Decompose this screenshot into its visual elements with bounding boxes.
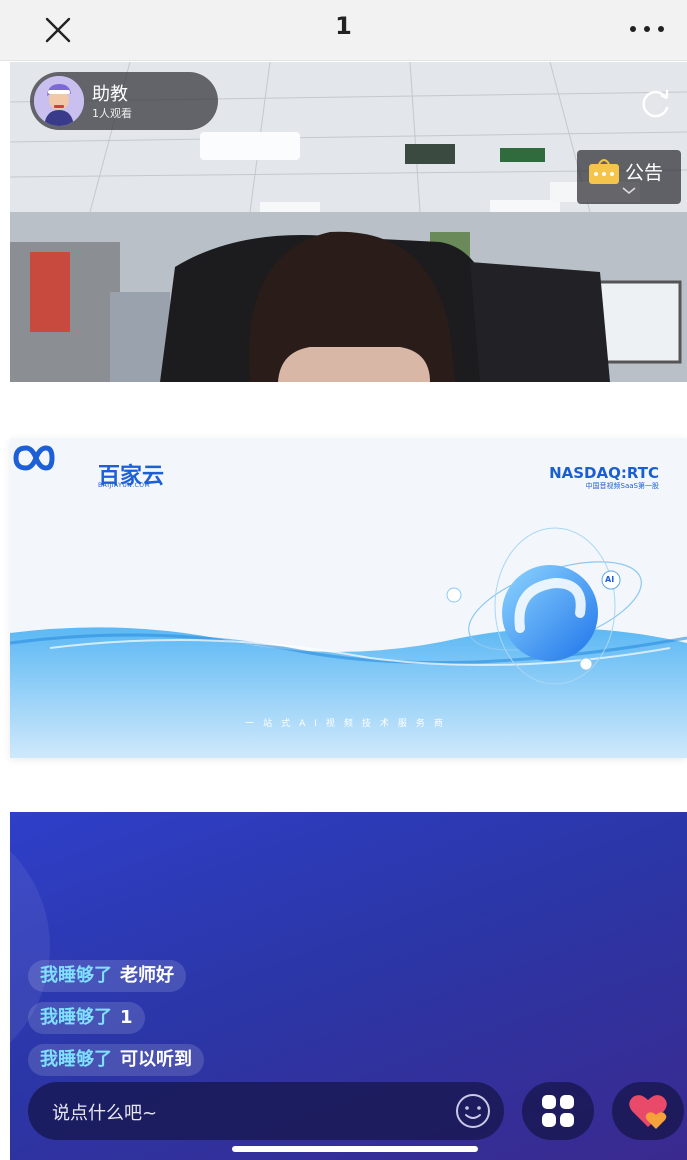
chat-input[interactable]: 说点什么吧~: [28, 1082, 504, 1140]
teacher-avatar-icon: [34, 76, 84, 126]
avatar: [34, 76, 84, 126]
more-button[interactable]: [627, 16, 667, 42]
ticker-subtitle: 中国音视频SaaS第一股: [585, 482, 659, 490]
top-bar: 1: [0, 0, 687, 61]
host-name: 助教: [92, 84, 128, 105]
chat-text: 1: [120, 1007, 133, 1028]
chat-text: 老师好: [120, 965, 174, 986]
host-badge[interactable]: 助教 1人观看: [30, 72, 218, 130]
slide-tagline: 一站式AI视频技术服务商: [245, 719, 452, 729]
chat-message: 我睡够了 可以听到: [28, 1044, 204, 1076]
chat-username[interactable]: 我睡够了: [40, 1007, 112, 1028]
emoji-button[interactable]: [454, 1092, 492, 1130]
chat-text: 可以听到: [120, 1049, 192, 1070]
more-horizontal-icon: [630, 26, 664, 32]
heart-icon: [629, 1095, 667, 1129]
home-indicator: [232, 1146, 478, 1152]
page-title: 1: [335, 12, 352, 40]
decorative-arc: [10, 812, 50, 1082]
stock-ticker: NASDAQ:RTC: [549, 464, 659, 482]
announcement-icon: [589, 159, 619, 184]
emoji-icon: [456, 1094, 490, 1128]
chat-input-placeholder: 说点什么吧~: [52, 1103, 158, 1124]
chat-panel: 我睡够了 老师好 我睡够了 1 我睡够了 可以听到 说点什么吧~: [10, 812, 687, 1160]
viewer-count: 1人观看: [92, 107, 132, 120]
grid-apps-icon: [542, 1095, 574, 1127]
chevron-down-icon: [622, 187, 636, 195]
refresh-icon: [642, 89, 669, 118]
apps-button[interactable]: [522, 1082, 594, 1140]
live-video[interactable]: 助教 1人观看 公告: [10, 62, 687, 382]
notice-button[interactable]: 公告: [577, 150, 681, 204]
like-button[interactable]: [612, 1082, 684, 1140]
presentation-slide[interactable]: 百家云 BAIJIAYUN.COM NASDAQ:RTC 中国音视频SaaS第一…: [10, 438, 687, 758]
chat-message: 我睡够了 1: [28, 1002, 145, 1034]
notice-label: 公告: [625, 162, 664, 184]
ai-badge: AI: [605, 575, 615, 584]
chat-username[interactable]: 我睡够了: [40, 965, 112, 986]
brand-domain: BAIJIAYUN.COM: [98, 482, 151, 489]
chat-username[interactable]: 我睡够了: [40, 1049, 112, 1070]
chat-message: 我睡够了 老师好: [28, 960, 186, 992]
refresh-button[interactable]: [639, 86, 673, 120]
